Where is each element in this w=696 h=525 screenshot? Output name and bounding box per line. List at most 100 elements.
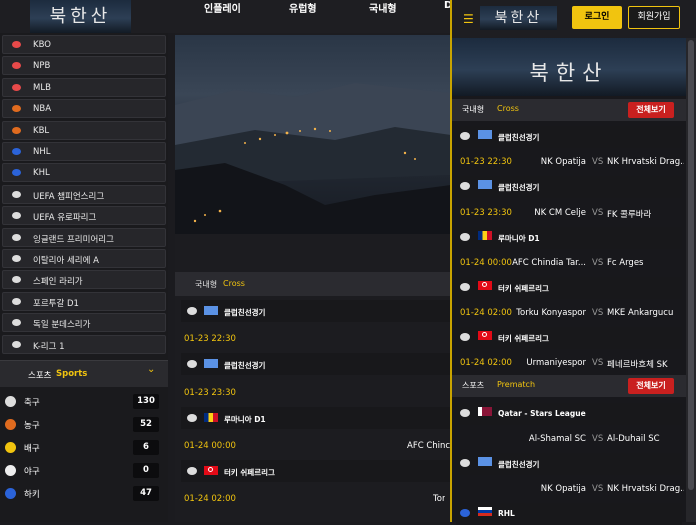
overlay-logo-text: 북한산	[494, 10, 543, 26]
sidebar-league-item[interactable]: MLB	[2, 77, 166, 97]
home-team[interactable]: Tor	[433, 494, 445, 504]
sidebar-sport-label: 하키	[24, 490, 40, 500]
vs-label: VS	[592, 258, 604, 268]
sidebar-sport-item[interactable]: 야구 0	[0, 460, 168, 482]
sidebar-sport-item[interactable]: 배구 6	[0, 437, 168, 459]
baseball-icon	[5, 465, 16, 476]
sidebar-league-item[interactable]: UEFA 챔피언스리그	[2, 184, 166, 204]
soccer-icon	[460, 459, 470, 467]
hero-banner-image	[175, 35, 451, 234]
sidebar-league-item[interactable]: 스페인 라리가	[2, 270, 166, 290]
home-team[interactable]: AFC Chindia Tar...	[512, 258, 586, 268]
home-team[interactable]: AFC Chinc	[407, 441, 450, 451]
view-all-button[interactable]: 전체보기	[628, 102, 674, 118]
sidebar-league-item[interactable]: KHL	[2, 163, 166, 183]
tr-flag-icon	[204, 466, 218, 475]
league-name: 클럽친선경기	[224, 308, 266, 317]
hockey-icon	[12, 148, 21, 155]
home-team[interactable]: NK CM Celje	[534, 208, 586, 218]
league-row[interactable]: 루마니아 D1	[181, 407, 451, 429]
sidebar-league-label: 포르투갈 D1	[33, 298, 79, 309]
sidebar-league-item[interactable]: K-리그 1	[2, 334, 166, 354]
away-team[interactable]: Fc Arges	[607, 258, 643, 268]
baseball-icon	[12, 62, 21, 70]
match-time: 01-23 23:30	[460, 208, 512, 218]
overlay-scrollbar-thumb[interactable]	[688, 40, 694, 490]
match-time: 01-24 02:00	[460, 358, 512, 368]
sidebar-league-item[interactable]: 포르투갈 D1	[2, 291, 166, 311]
sidebar-sport-label: 야구	[24, 467, 40, 477]
league-name: 터키 쉬페르리그	[224, 468, 275, 477]
soccer-icon	[12, 297, 21, 305]
home-team[interactable]: NK Opatija	[541, 157, 586, 167]
baseball-icon	[12, 41, 21, 48]
sidebar-league-label: 잉글랜드 프리미어리그	[33, 234, 114, 245]
sidebar-league-label: 스페인 라리가	[33, 277, 83, 288]
sidebar-league-label: NPB	[33, 61, 51, 72]
sidebar-league-item[interactable]: 잉글랜드 프리미어리그	[2, 227, 166, 247]
sidebar-league-item[interactable]: NHL	[2, 142, 166, 161]
nav-inplay[interactable]: 인플레이	[204, 0, 241, 15]
league-row[interactable]: 루마니아 D1	[456, 227, 682, 249]
home-team[interactable]: Urmaniyespor	[526, 358, 586, 368]
sidebar-league-item[interactable]: NBA	[2, 99, 166, 119]
sidebar-sport-item[interactable]: 하키 47	[0, 483, 168, 505]
sidebar-league-item[interactable]: KBO	[2, 35, 166, 54]
basketball-icon	[12, 105, 21, 113]
soccer-icon	[460, 132, 470, 140]
league-row[interactable]: 클럽친선경기	[456, 176, 682, 198]
sidebar-sport-count: 130	[133, 394, 159, 409]
overlay-section-cross: 국내형 Cross 전체보기	[452, 99, 686, 121]
home-team[interactable]: Torku Konyaspor	[516, 308, 586, 318]
tr-flag-icon	[478, 331, 492, 340]
soccer-icon	[187, 360, 197, 368]
league-row[interactable]: 클럽친선경기	[456, 126, 682, 148]
sidebar-sports-header[interactable]: 스포츠 Sports ⌄	[0, 360, 168, 387]
sidebar-league-item[interactable]: 이탈리아 세리에 A	[2, 249, 166, 268]
vs-label: VS	[592, 434, 604, 444]
nav-domestic[interactable]: 국내형	[369, 0, 397, 15]
soccer-icon	[460, 409, 470, 417]
overlay-banner-text: 북한산	[529, 61, 609, 85]
league-name: 클럽친선경기	[224, 361, 266, 370]
soccer-icon	[187, 414, 197, 422]
soccer-icon	[460, 333, 470, 341]
sidebar-league-item[interactable]: KBL	[2, 120, 166, 140]
home-team[interactable]: Al-Shamal SC	[529, 434, 586, 444]
sidebar-sport-label: 배구	[24, 444, 40, 454]
sports-header-sub: Sports	[56, 369, 88, 379]
league-row[interactable]: 터키 쉬페르리그	[456, 277, 682, 299]
away-team[interactable]: NK Hrvatski Drag...	[607, 484, 684, 494]
sidebar-league-item[interactable]: UEFA 유로파리그	[2, 206, 166, 226]
main-section-sub: Cross	[223, 279, 245, 288]
overlay-section-prematch-label: 스포츠	[462, 381, 485, 390]
league-row[interactable]: 터키 쉬페르리그	[181, 460, 451, 482]
menu-icon[interactable]: ☰	[463, 12, 474, 26]
overlay-section-cross-label: 국내형	[462, 105, 485, 114]
nav-european[interactable]: 유럽형	[289, 0, 317, 15]
away-team[interactable]: Al-Duhail SC	[607, 434, 660, 444]
league-name: 루마니아 D1	[498, 234, 540, 243]
away-team[interactable]: FK 콜루바라	[607, 208, 651, 220]
league-row[interactable]: Qatar - Stars League	[456, 403, 682, 425]
view-all-button[interactable]: 전체보기	[628, 378, 674, 394]
home-team[interactable]: NK Opatija	[541, 484, 586, 494]
login-button[interactable]: 로그인	[572, 6, 622, 29]
sidebar-sport-label: 농구	[24, 421, 40, 431]
league-row[interactable]: 클럽친선경기	[456, 453, 682, 475]
sidebar-league-item[interactable]: 독일 분데스리가	[2, 313, 166, 333]
sidebar-sport-item[interactable]: 축구 130	[0, 391, 168, 413]
sidebar-sport-item[interactable]: 농구 52	[0, 414, 168, 436]
league-row[interactable]: 클럽친선경기	[181, 353, 451, 375]
away-team[interactable]: NK Hrvatski Drag...	[607, 157, 684, 167]
league-row[interactable]: 클럽친선경기	[181, 300, 451, 322]
hockey-icon	[460, 509, 470, 517]
away-team[interactable]: MKE Ankargucu	[607, 308, 673, 318]
overlay-logo[interactable]: 북한산	[480, 6, 557, 30]
soccer-icon	[12, 340, 21, 348]
signup-button[interactable]: 회원가입	[628, 6, 680, 29]
away-team[interactable]: 페네르바흐체 SK	[607, 358, 668, 370]
sidebar-league-item[interactable]: NPB	[2, 56, 166, 76]
site-logo[interactable]: 북한산	[30, 0, 131, 33]
league-row[interactable]: 터키 쉬페르리그	[456, 327, 682, 349]
